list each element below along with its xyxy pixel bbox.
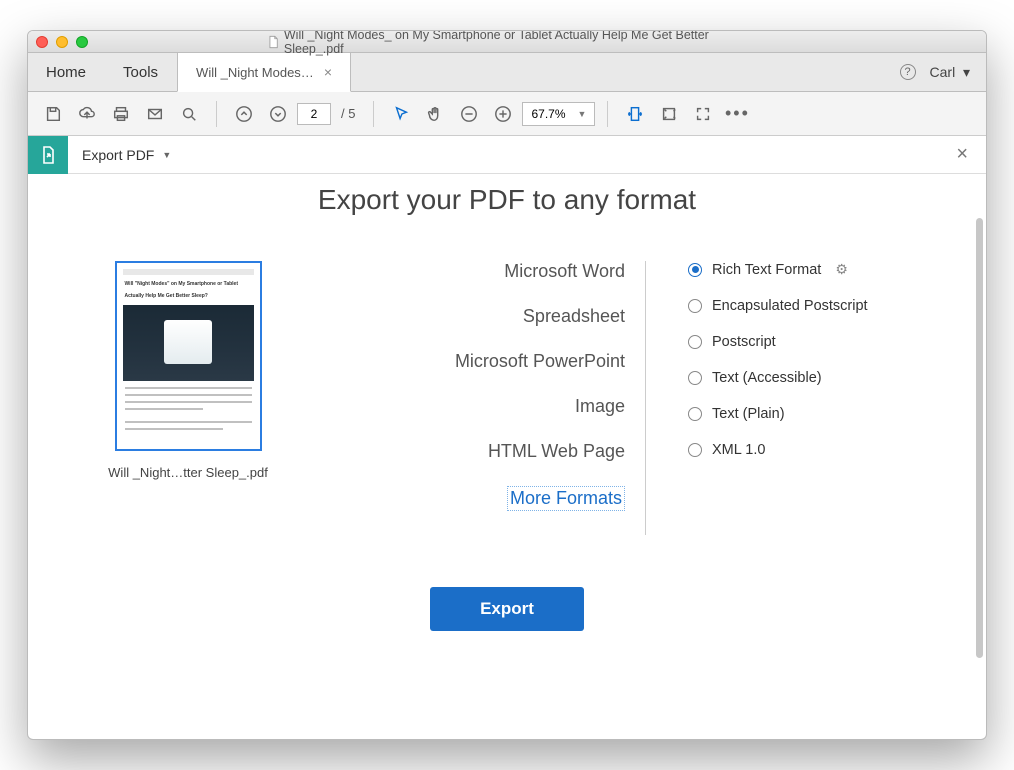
category-more-formats[interactable]: More Formats [507,486,625,511]
option-label: Postscript [712,334,776,350]
more-tools-icon[interactable]: ••• [722,99,752,129]
chevron-down-icon: ▼ [162,150,171,160]
print-icon[interactable] [106,99,136,129]
tab-tools[interactable]: Tools [105,53,177,91]
hand-tool-icon[interactable] [420,99,450,129]
window-title: Will _Night Modes_ on My Smartphone or T… [268,30,747,56]
page-total: / 5 [341,106,355,121]
category-spreadsheet[interactable]: Spreadsheet [328,306,625,327]
category-html[interactable]: HTML Web Page [328,441,625,462]
window-title-text: Will _Night Modes_ on My Smartphone or T… [284,30,747,56]
gear-icon[interactable]: ⚙ [835,261,848,278]
thumbnail-column: Will "Night Modes" on My Smartphone or T… [68,261,308,480]
option-label: Rich Text Format [712,262,821,278]
minimize-window-button[interactable] [56,36,68,48]
option-text-accessible[interactable]: Text (Accessible) [688,370,946,386]
option-label: Text (Plain) [712,406,785,422]
export-pdf-icon [28,136,68,174]
export-button[interactable]: Export [430,587,584,631]
tab-document[interactable]: Will _Night Modes… × [177,53,351,92]
page-up-icon[interactable] [229,99,259,129]
page-down-icon[interactable] [263,99,293,129]
category-powerpoint[interactable]: Microsoft PowerPoint [328,351,625,372]
traffic-lights [36,36,88,48]
top-right-controls: ? Carl ▾ [900,53,986,91]
category-word[interactable]: Microsoft Word [328,261,625,282]
main-tabs: Home Tools Will _Night Modes… × ? Carl ▾ [28,53,986,92]
save-icon[interactable] [38,99,68,129]
title-bar: Will _Night Modes_ on My Smartphone or T… [28,31,986,53]
category-image[interactable]: Image [328,396,625,417]
toolbar: / 5 67.7% ▼ ••• [28,92,986,136]
option-xml[interactable]: XML 1.0 [688,442,946,458]
option-ps[interactable]: Postscript [688,334,946,350]
radio-icon [688,407,702,421]
export-panel-title-text: Export PDF [82,147,154,163]
help-icon[interactable]: ? [900,64,916,80]
thumbnail-filename: Will _Night…tter Sleep_.pdf [68,465,308,480]
radio-icon [688,443,702,457]
radio-icon [688,299,702,313]
user-name: Carl [930,64,956,80]
document-thumbnail[interactable]: Will "Night Modes" on My Smartphone or T… [115,261,262,451]
chevron-down-icon: ▼ [578,109,587,119]
select-tool-icon[interactable] [386,99,416,129]
page-heading: Export your PDF to any format [28,184,986,216]
option-label: XML 1.0 [712,442,765,458]
zoom-out-icon[interactable] [454,99,484,129]
radio-icon [688,263,702,277]
maximize-window-button[interactable] [76,36,88,48]
option-label: Text (Accessible) [712,370,822,386]
search-icon[interactable] [174,99,204,129]
radio-icon [688,335,702,349]
close-panel-button[interactable]: × [956,143,986,166]
close-tab-icon[interactable]: × [324,64,332,80]
export-content: Export your PDF to any format Will "Nigh… [28,174,986,739]
scrollbar-thumb[interactable] [976,218,983,658]
cloud-upload-icon[interactable] [72,99,102,129]
zoom-select[interactable]: 67.7% ▼ [522,102,595,126]
tab-document-label: Will _Night Modes… [196,65,314,80]
tab-home[interactable]: Home [28,53,105,91]
fit-page-icon[interactable] [654,99,684,129]
close-window-button[interactable] [36,36,48,48]
format-categories: Microsoft Word Spreadsheet Microsoft Pow… [328,261,646,535]
fullscreen-icon[interactable] [688,99,718,129]
option-rtf[interactable]: Rich Text Format ⚙ [688,261,946,278]
option-text-plain[interactable]: Text (Plain) [688,406,946,422]
page-number-input[interactable] [297,103,331,125]
zoom-value: 67.7% [531,107,565,121]
export-panel-header: Export PDF ▼ × [28,136,986,174]
app-window: Will _Night Modes_ on My Smartphone or T… [27,30,987,740]
radio-icon [688,371,702,385]
email-icon[interactable] [140,99,170,129]
format-options: Rich Text Format ⚙ Encapsulated Postscri… [666,261,946,478]
user-menu[interactable]: Carl ▾ [930,64,970,81]
export-panel-title[interactable]: Export PDF ▼ [68,147,185,163]
option-eps[interactable]: Encapsulated Postscript [688,298,946,314]
zoom-in-icon[interactable] [488,99,518,129]
option-label: Encapsulated Postscript [712,298,868,314]
fit-width-icon[interactable] [620,99,650,129]
